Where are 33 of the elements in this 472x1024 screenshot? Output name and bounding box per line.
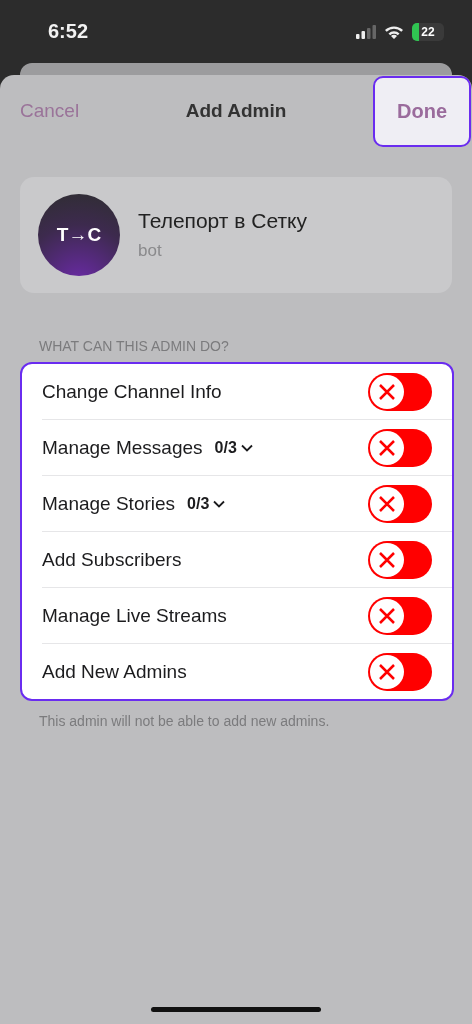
wifi-icon [384, 24, 404, 39]
permission-label: Manage Live Streams [42, 604, 227, 627]
avatar: T→C [38, 194, 120, 276]
signal-icon [356, 24, 376, 39]
chevron-icon [213, 499, 226, 508]
profile-subtitle: bot [138, 241, 163, 261]
profile-name: Телепорт в Сетку [138, 209, 307, 233]
chevron-icon [240, 443, 253, 452]
section-header: WHAT CAN THIS ADMIN DO? [39, 338, 230, 354]
permission-label: Manage Stories [42, 492, 176, 515]
permission-label: Change Channel Info [42, 380, 222, 403]
status-time: 6:52 [48, 20, 89, 43]
close-icon [378, 382, 396, 401]
permission-label: Add New Admins [42, 660, 187, 683]
permission-toggle[interactable] [368, 596, 432, 635]
count-dropdown[interactable]: 0/3 [187, 494, 226, 513]
permission-toggle[interactable] [368, 428, 432, 467]
close-icon [378, 550, 396, 569]
permission-toggle[interactable] [368, 372, 432, 411]
close-icon [378, 662, 396, 681]
close-icon [378, 494, 396, 513]
screen-title: Add Admin [185, 100, 287, 122]
permission-toggle[interactable] [368, 540, 432, 579]
permission-label: Manage Messages [42, 436, 203, 459]
close-icon [378, 606, 396, 625]
close-icon [378, 438, 396, 457]
footer-note: This admin will not be able to add new admins. [39, 713, 331, 729]
permission-label: Add Subscribers [42, 548, 182, 571]
count-dropdown[interactable]: 0/3 [214, 438, 253, 457]
battery-indicator: 22 [412, 22, 444, 41]
done-button[interactable]: Done [373, 75, 471, 147]
permission-toggle[interactable] [368, 652, 432, 691]
permission-toggle[interactable] [368, 484, 432, 523]
